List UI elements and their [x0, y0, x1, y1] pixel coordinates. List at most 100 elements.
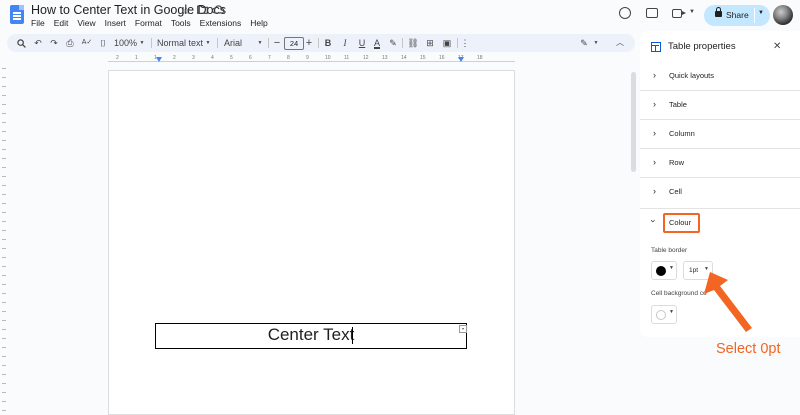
- folder-icon[interactable]: [197, 5, 208, 17]
- ruler-tick: [2, 383, 6, 384]
- border-color-picker[interactable]: ▼: [651, 261, 677, 280]
- ruler-tick: [2, 239, 6, 240]
- chevron-down-icon[interactable]: ▼: [138, 34, 146, 52]
- ruler-tick: [2, 95, 6, 96]
- ruler-tick: [2, 131, 6, 132]
- toolbar-divider: [268, 38, 269, 48]
- decrease-font-button[interactable]: −: [272, 34, 282, 52]
- share-button[interactable]: Share ▼: [704, 5, 770, 26]
- cell-menu-icon[interactable]: ▾: [459, 325, 467, 333]
- scrollbar-thumb[interactable]: [631, 72, 636, 172]
- ruler-tick: [2, 302, 6, 303]
- menu-bar: File Edit View Insert Format Tools Exten…: [31, 18, 268, 28]
- menu-tools[interactable]: Tools: [171, 18, 191, 28]
- chevron-down-icon[interactable]: ›: [649, 220, 659, 223]
- collapse-icon[interactable]: ︿: [614, 34, 626, 52]
- section-label: Quick layouts: [669, 71, 715, 80]
- ruler-tick: [2, 185, 6, 186]
- chevron-down-icon[interactable]: ▼: [689, 9, 695, 15]
- ruler-tick: [2, 392, 6, 393]
- section-colour[interactable]: Colour: [669, 218, 691, 227]
- meet-icon[interactable]: [672, 9, 686, 18]
- menu-extensions[interactable]: Extensions: [200, 18, 242, 28]
- search-icon[interactable]: [15, 34, 27, 52]
- ruler-tick: [2, 347, 6, 348]
- highlight-icon[interactable]: ✎: [388, 34, 398, 52]
- ruler-tick: [2, 113, 6, 114]
- comment-icon[interactable]: [646, 8, 658, 18]
- ruler-number: 14: [401, 55, 407, 61]
- toolbar-divider: [151, 38, 152, 48]
- ruler-line: [108, 61, 515, 62]
- print-icon[interactable]: ⎙: [64, 34, 76, 52]
- chevron-right-icon: ›: [653, 157, 656, 167]
- link-icon[interactable]: ⛓: [407, 34, 419, 52]
- ruler-tick: [2, 140, 6, 141]
- ruler-tick: [2, 158, 6, 159]
- more-icon[interactable]: ⋮: [460, 34, 470, 52]
- redo-icon[interactable]: ↷: [48, 34, 60, 52]
- underline-icon[interactable]: U: [357, 34, 367, 52]
- ruler-tick: [2, 86, 6, 87]
- toolbar-divider: [402, 38, 403, 48]
- ruler-tick: [2, 77, 6, 78]
- menu-edit[interactable]: Edit: [54, 18, 69, 28]
- border-width-value: 1pt: [689, 267, 699, 274]
- toolbar-divider: [457, 38, 458, 48]
- cell-background-picker[interactable]: ▼: [651, 305, 677, 324]
- menu-help[interactable]: Help: [250, 18, 267, 28]
- increase-font-button[interactable]: +: [304, 34, 314, 52]
- chevron-down-icon[interactable]: ▼: [204, 34, 212, 52]
- ruler-tick: [2, 374, 6, 375]
- italic-icon[interactable]: I: [340, 34, 350, 52]
- ruler-number: 2: [116, 55, 119, 61]
- undo-icon[interactable]: ↶: [32, 34, 44, 52]
- cell-background-label: Cell background co: [651, 290, 707, 297]
- section-column[interactable]: › Column: [640, 120, 800, 149]
- text-color-icon[interactable]: A: [372, 34, 382, 52]
- section-cell[interactable]: › Cell: [640, 178, 800, 209]
- cell-text[interactable]: Center Text: [155, 325, 467, 345]
- add-comment-icon[interactable]: ⊞: [424, 34, 436, 52]
- font-select[interactable]: Arial: [224, 34, 254, 52]
- image-icon[interactable]: ▣: [441, 34, 453, 52]
- cloud-icon[interactable]: [212, 5, 225, 17]
- close-icon[interactable]: ✕: [773, 41, 781, 52]
- table-border-label: Table border: [651, 247, 688, 254]
- cell-background-swatch: [656, 310, 666, 320]
- document-page[interactable]: [108, 70, 515, 415]
- section-row[interactable]: › Row: [640, 149, 800, 178]
- ruler-tick: [2, 410, 6, 411]
- avatar[interactable]: [773, 5, 793, 25]
- history-icon[interactable]: [619, 7, 631, 19]
- section-quick-layouts[interactable]: › Quick layouts: [640, 62, 800, 91]
- star-icon[interactable]: ☆: [181, 4, 191, 17]
- chevron-down-icon: ▼: [669, 309, 674, 315]
- font-size-input[interactable]: 24: [284, 37, 304, 50]
- menu-format[interactable]: Format: [135, 18, 162, 28]
- lock-icon: [715, 7, 722, 17]
- doc-icon[interactable]: [10, 5, 24, 24]
- spellcheck-icon[interactable]: A✓: [81, 34, 93, 52]
- zoom-select[interactable]: 100%: [114, 34, 137, 52]
- bold-icon[interactable]: B: [323, 34, 333, 52]
- horizontal-ruler: [108, 54, 515, 64]
- section-table[interactable]: › Table: [640, 91, 800, 120]
- ruler-tick: [2, 122, 6, 123]
- menu-insert[interactable]: Insert: [105, 18, 126, 28]
- chevron-down-icon[interactable]: ▼: [256, 34, 264, 52]
- annotation-arrow-icon: [704, 272, 752, 332]
- right-indent-marker[interactable]: [458, 57, 464, 62]
- chevron-down-icon[interactable]: ▼: [758, 10, 764, 16]
- paint-format-icon[interactable]: ⌷: [97, 34, 109, 52]
- section-label: Table: [669, 100, 687, 109]
- edit-mode-icon[interactable]: ✎: [578, 34, 590, 52]
- chevron-down-icon[interactable]: ▼: [592, 34, 600, 52]
- border-color-swatch: [656, 266, 666, 276]
- menu-file[interactable]: File: [31, 18, 45, 28]
- ruler-tick: [2, 311, 6, 312]
- left-indent-marker[interactable]: [156, 57, 162, 62]
- share-label: Share: [726, 10, 749, 20]
- menu-view[interactable]: View: [77, 18, 95, 28]
- chevron-down-icon: ▼: [669, 265, 674, 271]
